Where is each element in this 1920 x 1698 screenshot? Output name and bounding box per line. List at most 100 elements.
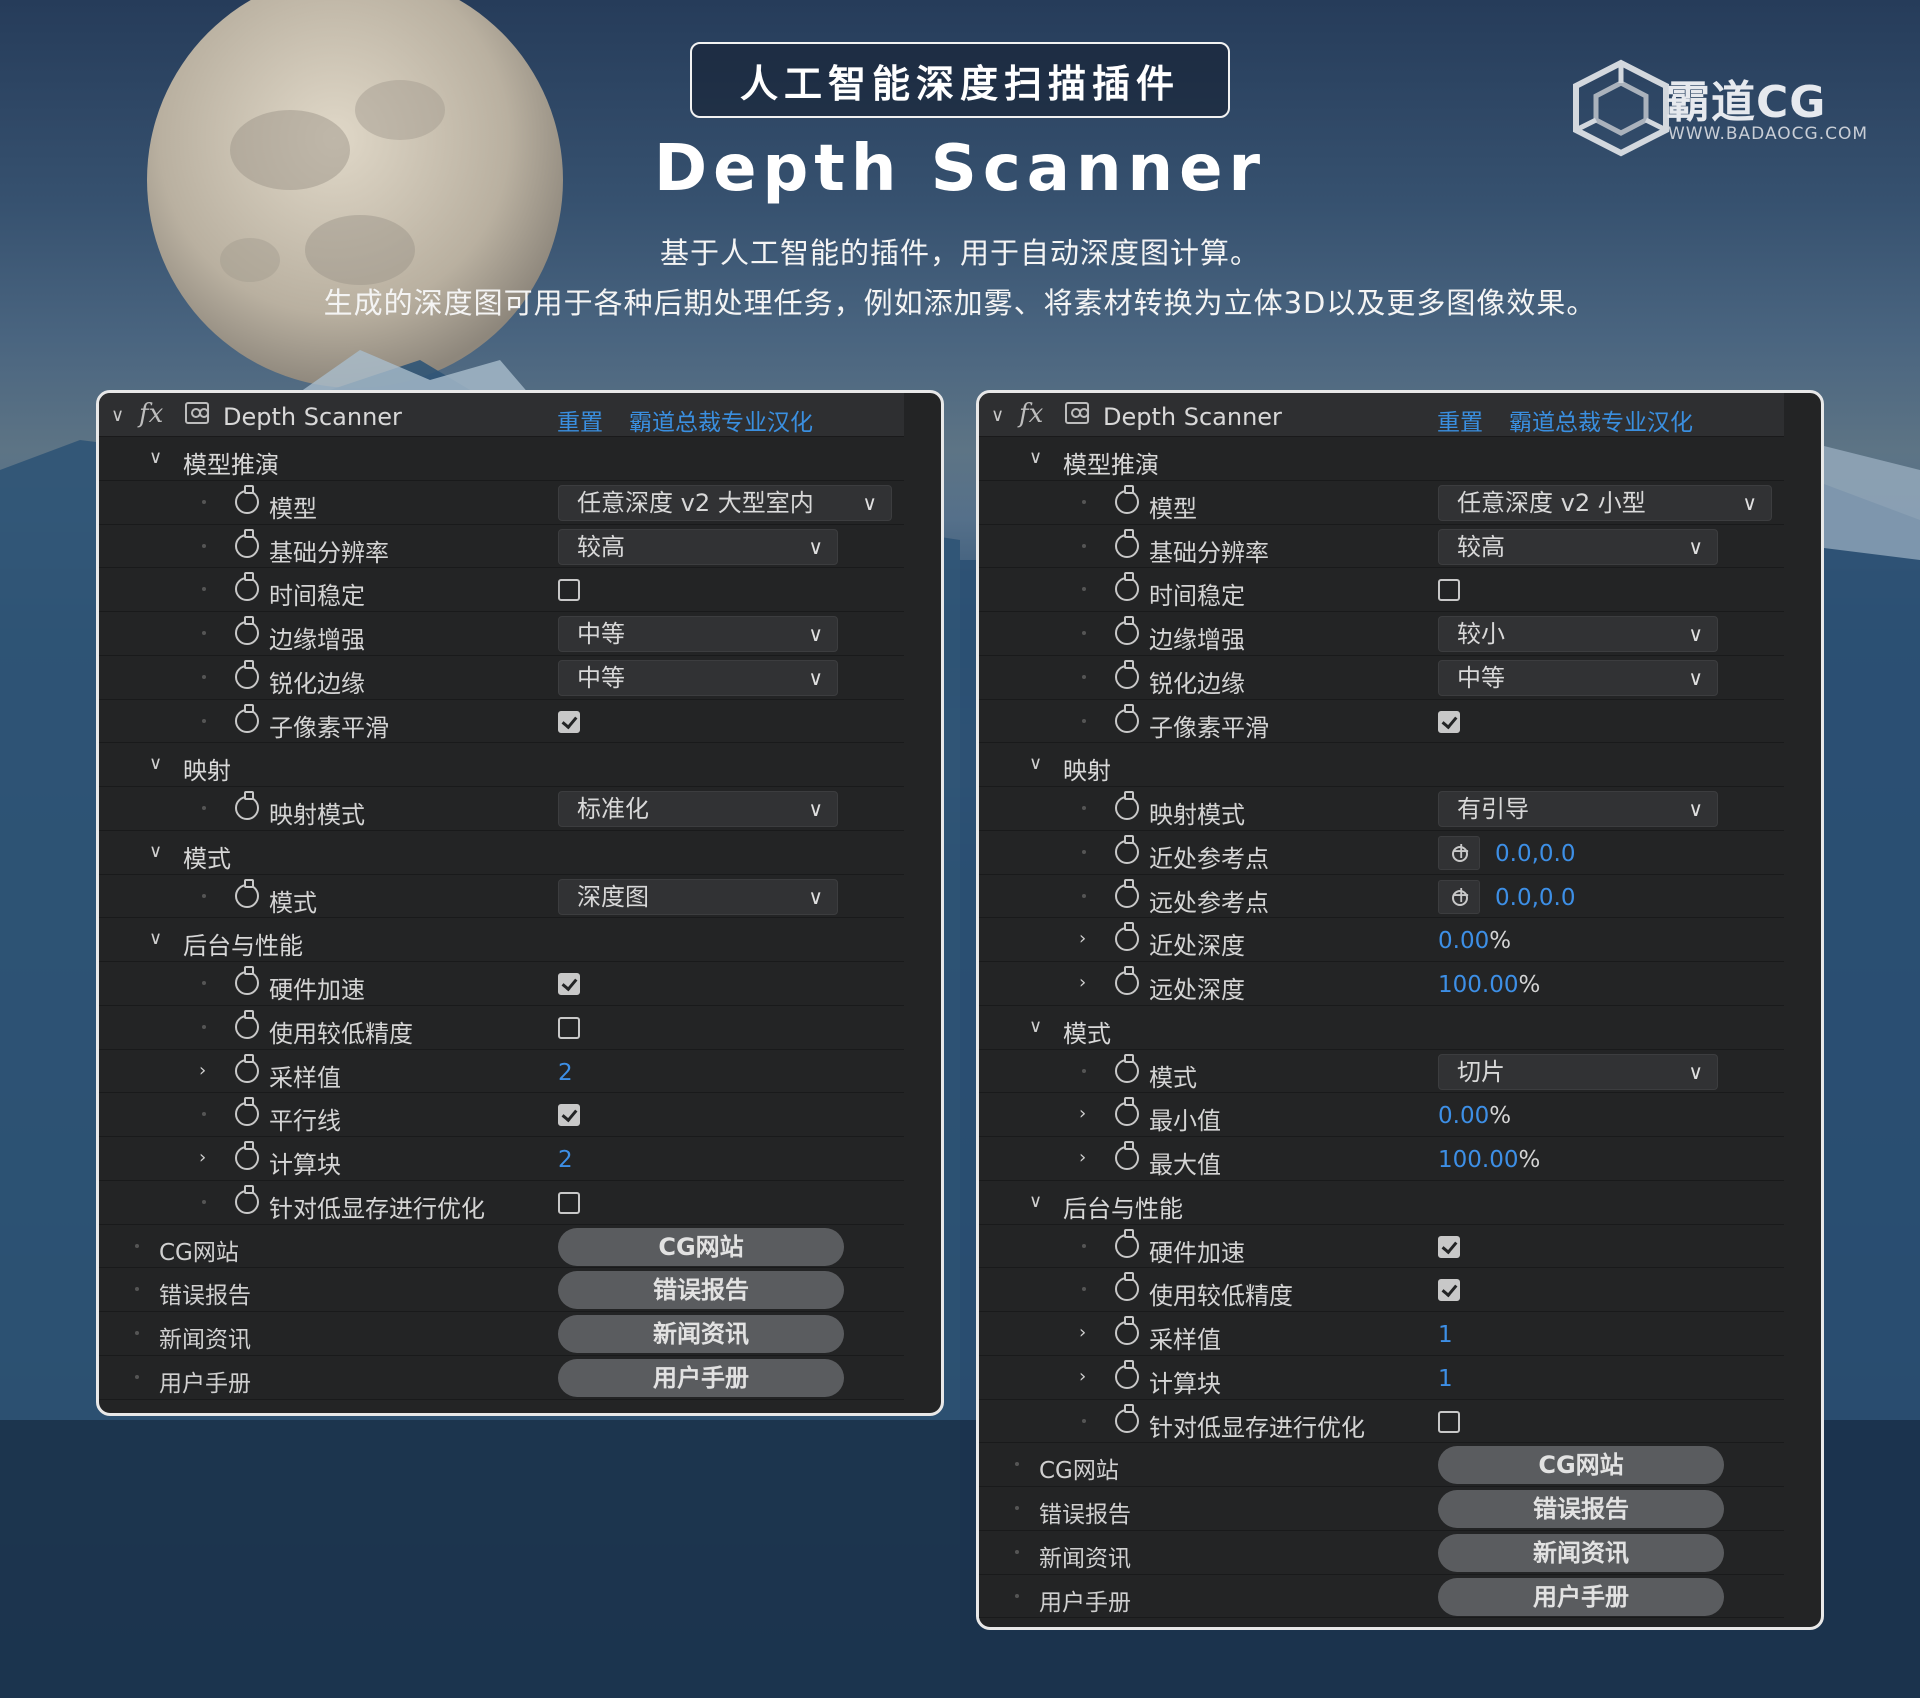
stopwatch-icon[interactable] <box>235 791 259 820</box>
group-mode[interactable]: ∨ 模式 <box>99 830 904 875</box>
temporal-checkbox[interactable] <box>558 579 580 602</box>
samples-value[interactable]: 1 <box>1438 1322 1453 1348</box>
crosshair-icon[interactable] <box>1438 835 1480 870</box>
stopwatch-icon[interactable] <box>235 1053 259 1083</box>
min-value[interactable]: 0.00% <box>1438 1103 1511 1129</box>
fx-icon[interactable]: fx <box>139 399 163 429</box>
edge-enhance-dropdown[interactable]: 中等 ∨ <box>558 616 838 652</box>
stopwatch-icon[interactable] <box>235 616 259 645</box>
manual-button[interactable]: 用户手册 <box>1438 1577 1724 1616</box>
fx-icon[interactable]: fx <box>1019 399 1043 429</box>
stopwatch-icon[interactable] <box>235 659 259 689</box>
stopwatch-icon[interactable] <box>1115 1053 1139 1083</box>
stopwatch-icon[interactable] <box>1115 834 1139 864</box>
temporal-checkbox[interactable] <box>1438 579 1460 602</box>
far-point-value[interactable]: 0.0,0.0 <box>1495 885 1575 911</box>
localization-link[interactable]: 霸道总裁专业汉化 <box>1509 403 1693 437</box>
stopwatch-icon[interactable] <box>235 572 259 602</box>
near-point-value[interactable]: 0.0,0.0 <box>1495 841 1575 867</box>
reset-link[interactable]: 重置 <box>1437 403 1483 437</box>
reset-link[interactable]: 重置 <box>557 403 603 437</box>
chevron-down-icon[interactable]: ∨ <box>1029 447 1042 468</box>
stopwatch-icon[interactable] <box>1115 572 1139 602</box>
low-vram-checkbox[interactable] <box>558 1191 580 1214</box>
group-mapping[interactable]: ∨ 映射 <box>979 743 1784 787</box>
stopwatch-icon[interactable] <box>235 1184 259 1214</box>
chevron-right-icon[interactable]: › <box>1079 1366 1086 1387</box>
stopwatch-icon[interactable] <box>235 966 259 995</box>
stopwatch-icon[interactable] <box>1115 922 1139 952</box>
collapse-chevron-icon[interactable]: ∨ <box>991 405 1004 426</box>
bug-report-button[interactable]: 错误报告 <box>558 1271 844 1310</box>
stopwatch-icon[interactable] <box>235 1141 259 1170</box>
parallel-checkbox[interactable] <box>558 1104 580 1127</box>
near-depth-value[interactable]: 0.00% <box>1438 928 1511 954</box>
stopwatch-icon[interactable] <box>1115 1141 1139 1170</box>
group-model[interactable]: ∨ 模型推演 <box>979 437 1784 481</box>
low-precision-checkbox[interactable] <box>1438 1279 1460 1302</box>
stopwatch-icon[interactable] <box>1115 791 1139 820</box>
stopwatch-icon[interactable] <box>1115 878 1139 908</box>
chevron-right-icon[interactable]: › <box>199 1060 206 1081</box>
model-dropdown[interactable]: 任意深度 v2 小型 ∨ <box>1438 484 1772 521</box>
low-precision-checkbox[interactable] <box>558 1016 580 1039</box>
chevron-right-icon[interactable]: › <box>1079 1322 1086 1343</box>
sharpen-edges-dropdown[interactable]: 中等 ∨ <box>558 659 838 696</box>
collapse-chevron-icon[interactable]: ∨ <box>111 405 124 426</box>
group-backend[interactable]: ∨ 后台与性能 <box>99 918 904 962</box>
localization-link[interactable]: 霸道总裁专业汉化 <box>629 403 813 437</box>
chevron-down-icon[interactable]: ∨ <box>1029 753 1042 774</box>
map-mode-dropdown[interactable]: 标准化 ∨ <box>558 791 838 827</box>
map-mode-dropdown[interactable]: 有引导 ∨ <box>1438 791 1718 827</box>
stopwatch-icon[interactable] <box>1115 1097 1139 1127</box>
news-button[interactable]: 新闻资讯 <box>558 1315 844 1353</box>
model-dropdown[interactable]: 任意深度 v2 大型室内 ∨ <box>558 484 892 521</box>
max-value[interactable]: 100.00% <box>1438 1147 1540 1173</box>
stopwatch-icon[interactable] <box>235 528 259 558</box>
hw-accel-checkbox[interactable] <box>1438 1235 1460 1258</box>
edge-enhance-dropdown[interactable]: 较小 ∨ <box>1438 616 1718 652</box>
group-model[interactable]: ∨ 模型推演 <box>99 437 904 481</box>
stopwatch-icon[interactable] <box>1115 528 1139 558</box>
stopwatch-icon[interactable] <box>1115 1228 1139 1258</box>
group-backend[interactable]: ∨ 后台与性能 <box>979 1180 1784 1225</box>
stopwatch-icon[interactable] <box>1115 1403 1139 1433</box>
subpixel-checkbox[interactable] <box>1438 710 1460 733</box>
chevron-down-icon[interactable]: ∨ <box>1029 1191 1042 1212</box>
news-button[interactable]: 新闻资讯 <box>1438 1533 1724 1572</box>
chevron-right-icon[interactable]: › <box>1079 972 1086 993</box>
samples-value[interactable]: 2 <box>558 1060 573 1086</box>
stopwatch-icon[interactable] <box>1115 966 1139 995</box>
stopwatch-icon[interactable] <box>1115 703 1139 733</box>
chevron-down-icon[interactable]: ∨ <box>1029 1016 1042 1037</box>
stopwatch-icon[interactable] <box>1115 616 1139 645</box>
chevron-down-icon[interactable]: ∨ <box>149 447 162 468</box>
stopwatch-icon[interactable] <box>235 1009 259 1039</box>
bug-report-button[interactable]: 错误报告 <box>1438 1490 1724 1528</box>
stopwatch-icon[interactable] <box>1115 659 1139 689</box>
stopwatch-icon[interactable] <box>235 1097 259 1127</box>
mode-dropdown[interactable]: 深度图 ∨ <box>558 878 838 915</box>
crosshair-icon[interactable] <box>1438 879 1480 914</box>
chevron-right-icon[interactable]: › <box>199 1147 206 1168</box>
stopwatch-icon[interactable] <box>235 878 259 908</box>
chevron-right-icon[interactable]: › <box>1079 928 1086 949</box>
stopwatch-icon[interactable] <box>1115 484 1139 514</box>
stopwatch-icon[interactable] <box>1115 1359 1139 1389</box>
chevron-down-icon[interactable]: ∨ <box>149 841 162 862</box>
stopwatch-icon[interactable] <box>235 484 259 514</box>
tiles-value[interactable]: 2 <box>558 1147 573 1173</box>
mode-dropdown[interactable]: 切片 ∨ <box>1438 1053 1718 1090</box>
low-vram-checkbox[interactable] <box>1438 1410 1460 1433</box>
base-resolution-dropdown[interactable]: 较高 ∨ <box>558 528 838 565</box>
sharpen-edges-dropdown[interactable]: 中等 ∨ <box>1438 659 1718 696</box>
chevron-right-icon[interactable]: › <box>1079 1147 1086 1168</box>
manual-button[interactable]: 用户手册 <box>558 1358 844 1397</box>
chevron-right-icon[interactable]: › <box>1079 1103 1086 1124</box>
chevron-down-icon[interactable]: ∨ <box>149 753 162 774</box>
stopwatch-icon[interactable] <box>1115 1272 1139 1302</box>
stopwatch-icon[interactable] <box>235 703 259 733</box>
group-mode[interactable]: ∨ 模式 <box>979 1005 1784 1050</box>
cg-site-button[interactable]: CG网站 <box>1438 1446 1724 1485</box>
subpixel-checkbox[interactable] <box>558 710 580 733</box>
